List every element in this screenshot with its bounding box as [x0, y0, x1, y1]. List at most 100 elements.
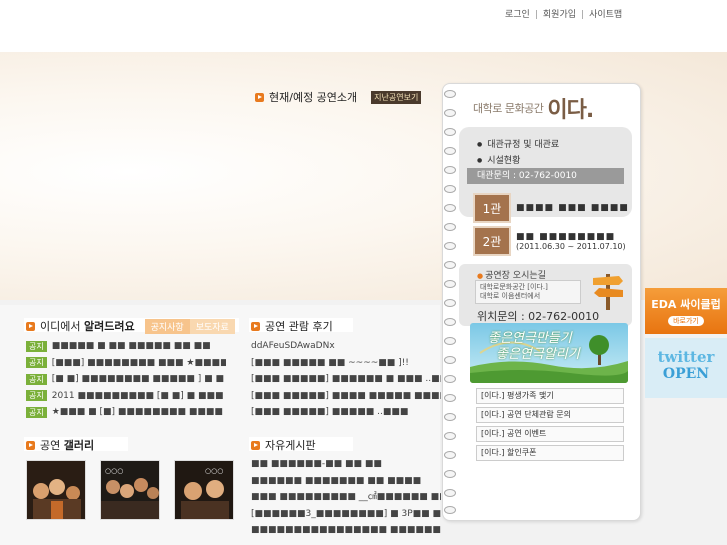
facilities-link[interactable]: 시설현황: [477, 153, 632, 169]
list-item[interactable]: ■■ ■■■■■■-■■ ■■ ■■: [251, 456, 441, 473]
location-address[interactable]: 대학로문화공간 [이다.] 대학로 이음센터에서: [475, 280, 581, 304]
ring-icon: [444, 166, 456, 174]
notice-text[interactable]: ■■■■■ ■ ■■ ■■■■■ ■■ ■■: [52, 341, 211, 351]
arrow-bullet-icon: [251, 440, 260, 450]
board-header: 자유게시판: [251, 437, 316, 453]
signpost-icon: [593, 274, 623, 310]
hall-2-row[interactable]: 2관 ■■ ■■■■■■■■ (2011.06.30 ~ 2011.07.10): [473, 226, 626, 256]
notice-text[interactable]: ★■■■ ■ [■] ■■■■■■■■ ■■■■ ■■■: [52, 407, 226, 417]
photo-image: [27, 461, 85, 519]
svg-text:○○○: ○○○: [205, 467, 223, 475]
event-link[interactable]: [이다.] 공연 이벤트: [476, 426, 624, 442]
list-item[interactable]: [■■■ ■■■■■] ■■■■■■ ■ ■■■ ..■■: [251, 371, 441, 388]
eda-club-button[interactable]: EDA 싸이클럽 바로가기: [645, 288, 727, 334]
list-item[interactable]: ddAFeuSDAwaDNx: [251, 338, 441, 355]
notice-title-bold: 알려드려요: [83, 320, 135, 333]
ring-icon: [444, 356, 456, 364]
ring-icon: [444, 147, 456, 155]
hall-1-row[interactable]: 1관 ■■■■ ■■■ ■■■■: [473, 193, 629, 223]
notice-header: 이디에서 알려드려요 공지사항 보도자료: [26, 318, 235, 334]
gallery-title-bold: 갤러리: [63, 439, 95, 452]
ring-icon: [444, 432, 456, 440]
list-item[interactable]: [■■■ ■■■■■] ■■■■ ■■■■■ ■■■■ ..: [251, 388, 441, 405]
login-link[interactable]: 로그인: [505, 10, 530, 20]
join-link[interactable]: 회원가입: [543, 10, 576, 20]
gallery-thumb[interactable]: [26, 460, 86, 520]
notice-list: 공지 ■■■■■ ■ ■■ ■■■■■ ■■ ■■ 공지 [■■■] ■■■■■■■…: [26, 338, 226, 421]
notice-text[interactable]: 2011 ■■■■■■■■■ [■ ■] ■ ■■■: [52, 391, 224, 401]
photo-image: ○○○: [175, 461, 233, 519]
notice-text[interactable]: [■■■] ■■■■■■■■ ■■■ ★■■■■■■ ★: [52, 358, 226, 368]
twitter-button[interactable]: twitter OPEN: [645, 338, 727, 398]
list-item[interactable]: ■■■ ■■■■■■■■■ __㎠■■■■■■ ■■: [251, 489, 441, 506]
gallery-thumb[interactable]: ○○○: [174, 460, 234, 520]
board-title[interactable]: 자유게시판: [265, 437, 316, 453]
ring-icon: [444, 489, 456, 497]
ring-icon: [444, 280, 456, 288]
past-shows-button[interactable]: 지난공연보기: [371, 90, 422, 104]
review-list: ddAFeuSDAwaDNx [■■■ ■■■■■ ■■ ~~~~■■ ]!! …: [251, 338, 441, 421]
list-item[interactable]: 공지 [■■■] ■■■■■■■■ ■■■ ★■■■■■■ ★: [26, 355, 226, 372]
notice-badge: 공지: [26, 390, 47, 402]
hall-2-title[interactable]: ■■ ■■■■■■■■: [516, 232, 626, 242]
photo-image: ○○○: [101, 461, 159, 519]
eda-club-title: EDA 싸이클럽: [651, 298, 721, 311]
list-item[interactable]: ■■■■■■■■■■■■■■■■ ■■■■■■: [251, 522, 441, 539]
list-item[interactable]: 공지 [■ ■] ■■■■■■■■ ■■■■■ ] ■ ■: [26, 371, 226, 388]
family-link[interactable]: [이다.] 평생가족 맺기: [476, 388, 624, 404]
notice-title-prefix: 이디에서: [40, 320, 81, 333]
top-nav: 로그인 | 회원가입 | 사이트맵: [505, 7, 622, 20]
banner-line: 좋은연극알리기: [496, 347, 580, 362]
list-item[interactable]: 공지 ■■■■■ ■ ■■ ■■■■■ ■■ ■■: [26, 338, 226, 355]
svg-text:○○○: ○○○: [105, 467, 123, 475]
board-list: ■■ ■■■■■■-■■ ■■ ■■ ■■■■■■ ■■■■■■■ ■■ ■■■…: [251, 456, 441, 539]
arrow-bullet-icon: [255, 92, 264, 102]
campaign-banner[interactable]: 좋은연극만들기 좋은연극알리기: [470, 323, 628, 383]
site-logo[interactable]: 대학로 문화공간 이다.: [473, 92, 594, 124]
notice-badge: 공지: [26, 373, 47, 385]
gallery-title[interactable]: 공연 갤러리: [40, 437, 94, 453]
review-title[interactable]: 공연 관람 후기: [265, 318, 333, 334]
notice-badge: 공지: [26, 340, 47, 352]
side-notebook-panel: 대학로 문화공간 이다. 대관규정 및 대관료 시설현황 대관문의 : 02-7…: [442, 83, 641, 521]
ring-icon: [444, 337, 456, 345]
rental-rules-link[interactable]: 대관규정 및 대관료: [477, 137, 632, 153]
gallery-thumb[interactable]: ○○○: [100, 460, 160, 520]
banner-text: 좋은연극만들기 좋은연극알리기: [488, 331, 580, 363]
ring-icon: [444, 185, 456, 193]
tab-notice[interactable]: 공지사항: [144, 318, 190, 334]
banner-line: 좋은연극만들기: [488, 331, 572, 346]
list-item[interactable]: [■■■ ■■■■■ ■■ ~~~~■■ ]!!: [251, 355, 441, 372]
tab-press[interactable]: 보도자료: [189, 318, 235, 334]
list-item[interactable]: 공지 ★■■■ ■ [■] ■■■■■■■■ ■■■■ ■■■: [26, 404, 226, 421]
notice-title: 이디에서 알려드려요: [40, 318, 135, 334]
list-item[interactable]: 공지 2011 ■■■■■■■■■ [■ ■] ■ ■■■: [26, 388, 226, 405]
gallery-title-prefix: 공연: [40, 439, 61, 452]
nav-separator: |: [534, 10, 538, 20]
notice-badge: 공지: [26, 406, 47, 418]
ring-icon: [444, 223, 456, 231]
ring-icon: [444, 451, 456, 459]
notice-text[interactable]: [■ ■] ■■■■■■■■ ■■■■■ ] ■ ■: [52, 374, 224, 384]
coupon-link[interactable]: [이다.] 할인쿠폰: [476, 445, 624, 461]
ring-icon: [444, 261, 456, 269]
hall-1-title[interactable]: ■■■■ ■■■ ■■■■: [516, 203, 629, 213]
ring-icon: [444, 242, 456, 250]
ring-icon: [444, 109, 456, 117]
ring-icon: [444, 413, 456, 421]
nav-separator: |: [581, 10, 585, 20]
rental-tel: 대관문의 : 02-762-0010: [467, 168, 624, 184]
location-address-line: 대학로문화공간 [이다.]: [480, 283, 548, 291]
gallery-header: 공연 갤러리: [26, 437, 94, 453]
arrow-bullet-icon: [26, 321, 35, 331]
group-viewing-link[interactable]: [이다.] 공연 단체관람 문의: [476, 407, 624, 423]
list-item[interactable]: [■■■■■■3_■■■■■■■■] ■ 3P■■ ■~: [251, 506, 441, 523]
eda-club-sub: 바로가기: [668, 316, 704, 326]
quick-link-list: [이다.] 평생가족 맺기 [이다.] 공연 단체관람 문의 [이다.] 공연 …: [476, 388, 624, 464]
twitter-logo-text: twitter: [657, 348, 715, 366]
arrow-bullet-icon: [26, 440, 35, 450]
hall-2-period: (2011.06.30 ~ 2011.07.10): [516, 241, 626, 251]
list-item[interactable]: ■■■■■■ ■■■■■■■ ■■ ■■■■: [251, 473, 441, 490]
sitemap-link[interactable]: 사이트맵: [589, 10, 622, 20]
list-item[interactable]: [■■■ ■■■■■] ■■■■■ ..■■■: [251, 404, 441, 421]
